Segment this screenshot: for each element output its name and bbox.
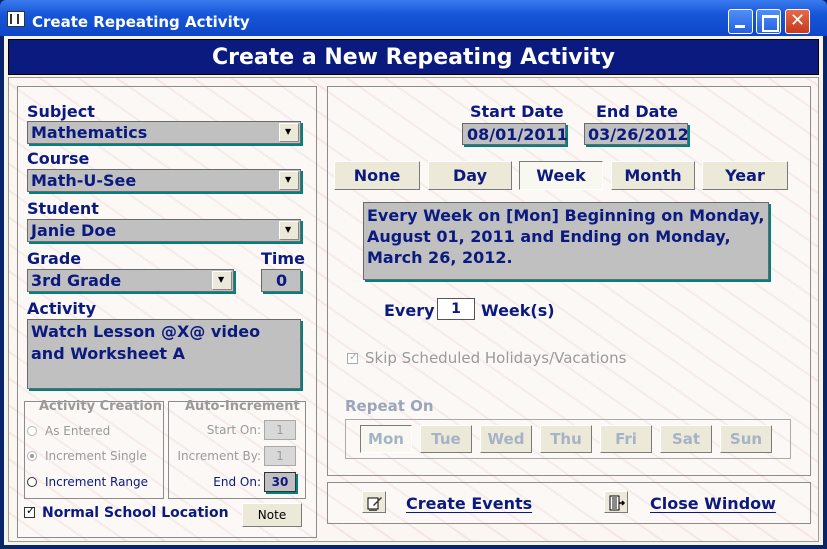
chevron-down-icon[interactable] (279, 221, 299, 240)
time-label: Time (261, 249, 305, 268)
freq-month-button[interactable]: Month (611, 161, 695, 190)
end-on-input[interactable]: 30 (264, 472, 296, 492)
radio-as-entered[interactable]: As Entered (27, 424, 110, 438)
start-on-label: Start On: (206, 423, 261, 437)
form-canvas: Subject Mathematics Course Math-U-See St… (8, 77, 819, 542)
activity-label: Activity (27, 299, 96, 318)
course-dropdown[interactable]: Math-U-See (27, 169, 301, 192)
app-window: Create Repeating Activity Create a New R… (0, 0, 827, 549)
action-bar: Create Events Close Window (327, 482, 811, 524)
grade-label: Grade (27, 249, 82, 268)
every-label: Every (384, 301, 435, 320)
activity-line-1: Watch Lesson @X@ video (31, 322, 261, 341)
repeat-on-label: Repeat On (345, 397, 434, 415)
every-input[interactable]: 1 (437, 298, 475, 320)
title-bar[interactable]: Create Repeating Activity (0, 0, 827, 36)
day-thu-button[interactable]: Thu (540, 425, 592, 453)
close-window-label: Close Window (650, 494, 776, 513)
radio-increment-single[interactable]: Increment Single (27, 449, 147, 463)
activity-textarea[interactable]: Watch Lesson @X@ video and Worksheet A (27, 319, 301, 389)
activity-creation-group: Activity Creation As Entered Increment S… (24, 399, 164, 499)
activity-panel: Subject Mathematics Course Math-U-See St… (17, 86, 317, 538)
exit-door-icon (604, 491, 628, 513)
window-client: Create a New Repeating Activity Subject … (4, 36, 823, 545)
increment-by-label: Increment By: (177, 449, 262, 463)
note-button[interactable]: Note (242, 503, 302, 527)
day-sun-button[interactable]: Sun (720, 425, 772, 453)
start-date-label: Start Date (470, 102, 564, 121)
every-unit-label: Week(s) (481, 301, 555, 320)
course-value: Math-U-See (31, 171, 137, 190)
increment-single-label: Increment Single (45, 449, 147, 463)
schedule-panel: Start Date End Date 08/01/2011 03/26/201… (327, 86, 811, 476)
end-date-value: 03/26/2012 (588, 125, 689, 144)
check-icon (347, 350, 358, 364)
create-events-button[interactable]: Create Events (362, 491, 542, 517)
maximize-icon[interactable] (756, 9, 781, 34)
repeat-description: Every Week on [Mon] Beginning on Monday,… (363, 202, 769, 280)
time-value: 0 (276, 271, 288, 290)
student-label: Student (27, 199, 99, 218)
description-line-3: March 26, 2012. (367, 248, 513, 267)
auto-increment-group: Auto-Increment Start On: 1 Increment By:… (168, 399, 306, 499)
student-value: Janie Doe (31, 221, 117, 240)
course-label: Course (27, 149, 90, 168)
subject-dropdown[interactable]: Mathematics (27, 121, 301, 144)
start-date-value: 08/01/2011 (467, 125, 568, 144)
edit-document-icon (362, 491, 386, 513)
form-banner: Create a New Repeating Activity (8, 39, 819, 75)
radio-icon (27, 451, 37, 461)
chevron-down-icon[interactable] (212, 271, 232, 290)
end-date-input[interactable]: 03/26/2012 (584, 123, 689, 145)
normal-location-label: Normal School Location (42, 505, 229, 521)
close-icon[interactable] (785, 9, 810, 34)
day-tue-button[interactable]: Tue (420, 425, 472, 453)
create-events-label: Create Events (406, 494, 533, 513)
day-wed-button[interactable]: Wed (480, 425, 532, 453)
start-on-input[interactable]: 1 (264, 420, 296, 440)
end-date-label: End Date (596, 102, 678, 121)
freq-none-button[interactable]: None (334, 161, 420, 190)
repeat-on-group: Mon Tue Wed Thu Fri Sat Sun (345, 419, 791, 459)
day-fri-button[interactable]: Fri (600, 425, 652, 453)
description-line-2: August 01, 2011 and Ending on Monday, (367, 227, 731, 246)
chevron-down-icon[interactable] (279, 123, 299, 142)
increment-range-label: Increment Range (45, 475, 149, 489)
day-mon-button[interactable]: Mon (360, 425, 412, 453)
skip-holidays-label: Skip Scheduled Holidays/Vacations (365, 349, 627, 367)
subject-label: Subject (27, 102, 95, 121)
activity-creation-title: Activity Creation (39, 399, 162, 414)
skip-holidays-checkbox[interactable]: Skip Scheduled Holidays/Vacations (347, 349, 626, 367)
time-input[interactable]: 0 (261, 269, 301, 292)
normal-location-checkbox[interactable]: Normal School Location (24, 504, 229, 521)
auto-increment-title: Auto-Increment (185, 399, 300, 414)
radio-icon (27, 426, 37, 436)
grade-dropdown[interactable]: 3rd Grade (27, 269, 234, 292)
subject-value: Mathematics (31, 123, 148, 142)
freq-year-button[interactable]: Year (702, 161, 788, 190)
check-icon (24, 504, 35, 518)
minimize-icon[interactable] (728, 9, 753, 34)
day-sat-button[interactable]: Sat (660, 425, 712, 453)
grade-value: 3rd Grade (31, 271, 122, 290)
chevron-down-icon[interactable] (279, 171, 299, 190)
activity-line-2: and Worksheet A (31, 344, 186, 363)
radio-icon (27, 477, 37, 487)
start-date-input[interactable]: 08/01/2011 (462, 123, 568, 145)
end-on-label: End On: (213, 475, 261, 489)
freq-week-button[interactable]: Week (519, 161, 603, 190)
radio-increment-range[interactable]: Increment Range (27, 475, 148, 489)
student-dropdown[interactable]: Janie Doe (27, 219, 301, 242)
increment-by-input[interactable]: 1 (264, 446, 296, 466)
banner-title: Create a New Repeating Activity (211, 45, 616, 70)
freq-day-button[interactable]: Day (428, 161, 512, 190)
app-icon (7, 11, 25, 27)
as-entered-label: As Entered (45, 424, 111, 438)
close-window-button[interactable]: Close Window (604, 491, 784, 517)
description-line-1: Every Week on [Mon] Beginning on Monday, (367, 206, 765, 225)
window-title: Create Repeating Activity (32, 13, 250, 31)
